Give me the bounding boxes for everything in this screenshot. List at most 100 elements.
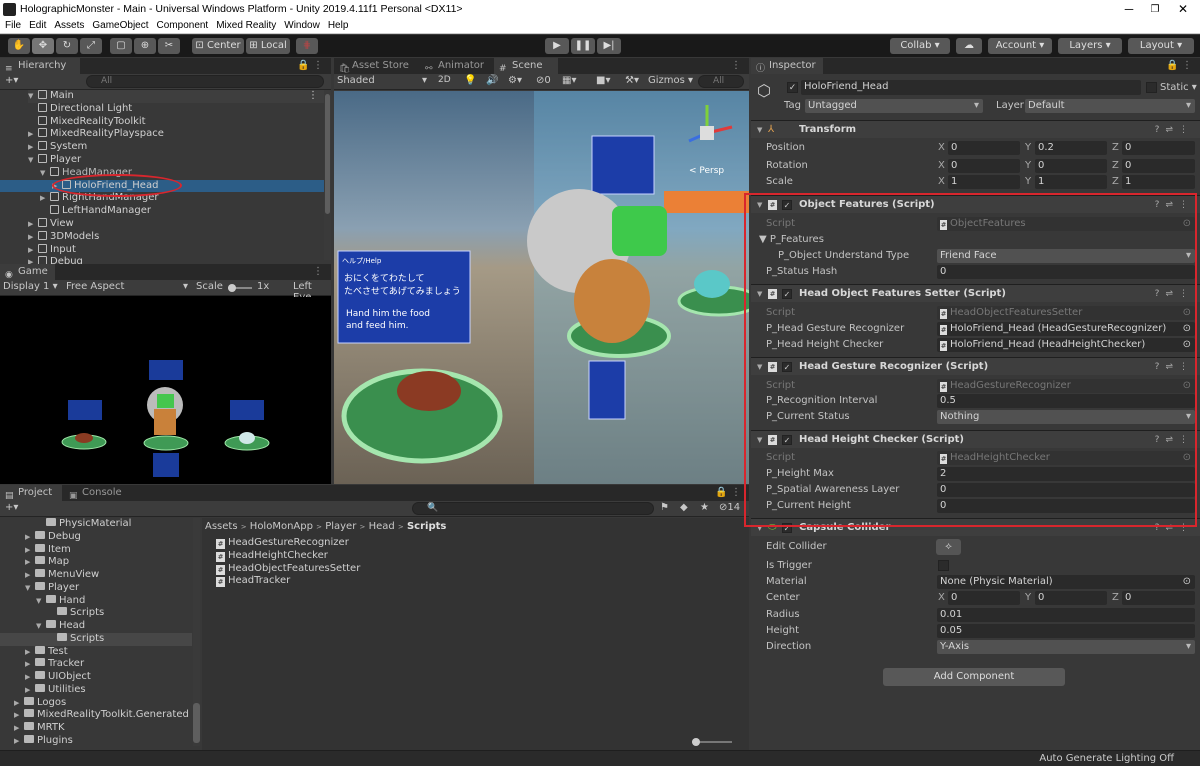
cloud-icon[interactable]: ☁	[956, 38, 982, 54]
scene-panel-menu-icon[interactable]: ⋮	[731, 60, 741, 71]
scene-search-input[interactable]: All	[698, 75, 744, 88]
expand-arrow-icon[interactable]: ▶	[25, 658, 30, 671]
project-tree-item[interactable]: ▶ Item	[0, 543, 192, 557]
transform-tool-icon[interactable]: ⊕	[134, 38, 156, 54]
project-tree-item[interactable]: Scripts	[0, 607, 192, 620]
expand-arrow-icon[interactable]: ▶	[28, 244, 33, 257]
material-field[interactable]: None (Physic Material) ⊙	[937, 575, 1195, 589]
menu-file[interactable]: File	[5, 20, 21, 31]
tab-game[interactable]: ◉ Game	[0, 264, 55, 280]
transform-z-input[interactable]: 0	[1122, 159, 1195, 173]
tab-asset-store[interactable]: 🛍 Asset Store	[334, 58, 418, 74]
project-panel-menu-icon[interactable]: 🔒 ⋮	[715, 487, 741, 498]
tab-console[interactable]: ▣ Console	[64, 485, 130, 501]
rect-tool-icon[interactable]: ▢	[110, 38, 132, 54]
project-tree-item[interactable]: PhysicMaterial	[0, 518, 192, 531]
expand-arrow-icon[interactable]: ▶	[14, 709, 19, 722]
project-tree-item[interactable]: ▶ MenuView	[0, 569, 192, 582]
pause-button[interactable]: ❚❚	[571, 38, 595, 54]
2d-toggle[interactable]: 2D	[438, 75, 451, 85]
expand-arrow-icon[interactable]: ▼	[36, 620, 41, 633]
tag-dropdown[interactable]: Untagged	[805, 99, 983, 113]
hierarchy-item[interactable]: ▶ System	[0, 141, 324, 154]
create-plus-icon[interactable]: +▾	[5, 75, 18, 86]
hierarchy-item[interactable]: ▶ 3DModels	[0, 230, 324, 244]
layer-dropdown[interactable]: Default	[1025, 99, 1195, 113]
hierarchy-item[interactable]: ▶ RightHandManager	[0, 192, 324, 205]
shading-dropdown[interactable]: Shaded ▾	[337, 75, 427, 86]
transform-x-input[interactable]: 0	[948, 159, 1020, 173]
transform-y-input[interactable]: 0.2	[1035, 141, 1107, 155]
project-tree-item[interactable]: ▶ MixedRealityToolkit.Generated	[0, 709, 192, 722]
center-z-input[interactable]: 0	[1122, 591, 1195, 605]
hierarchy-item[interactable]: Directional Light	[0, 102, 324, 116]
expand-arrow-icon[interactable]: ▶	[28, 128, 33, 141]
layout-dropdown[interactable]: Layout ▾	[1128, 38, 1194, 54]
game-panel-menu-icon[interactable]: ⋮	[313, 266, 323, 277]
expand-arrow-icon[interactable]: ▶	[28, 218, 33, 231]
tools-icon[interactable]: ⚒▾	[625, 75, 639, 86]
expand-arrow-icon[interactable]: ▼	[36, 595, 41, 608]
scene-grid-icon[interactable]: ▦▾	[562, 75, 576, 86]
project-search-input[interactable]: 🔍	[412, 502, 654, 515]
project-tree-item[interactable]: ▶ Utilities	[0, 683, 192, 697]
project-tree-item[interactable]: ▶ Test	[0, 645, 192, 659]
direction-dropdown[interactable]: Y-Axis	[937, 640, 1195, 654]
breadcrumb-head[interactable]: Head	[369, 521, 395, 532]
scale-tool-icon[interactable]: ⤢	[80, 38, 102, 54]
expand-arrow-icon[interactable]: ▼	[28, 154, 33, 167]
transform-x-input[interactable]: 1	[948, 175, 1020, 189]
edit-collider-button[interactable]: ⟡	[936, 539, 961, 555]
project-tree-item[interactable]: ▶ Plugins	[0, 734, 192, 748]
radius-input[interactable]: 0.01	[937, 608, 1195, 622]
hidden-count-icon[interactable]: ⊘14	[719, 502, 740, 513]
menu-mixed-reality[interactable]: Mixed Reality	[216, 20, 276, 31]
project-tree-scrollbar[interactable]	[193, 518, 200, 746]
account-dropdown[interactable]: Account ▾	[988, 38, 1052, 54]
icon-size-slider[interactable]	[692, 738, 732, 746]
expand-arrow-icon[interactable]: ▼	[25, 582, 30, 595]
project-tree-item[interactable]: ▶ UIObject	[0, 671, 192, 684]
favorites-icon[interactable]: ★	[700, 502, 709, 513]
pivot-local-button[interactable]: ⊞ Local	[246, 38, 290, 54]
tab-scene[interactable]: # Scene	[494, 58, 558, 74]
expand-arrow-icon[interactable]: ▶	[28, 231, 33, 244]
hierarchy-item[interactable]: MixedRealityToolkit	[0, 115, 324, 129]
expand-arrow-icon[interactable]: ▶	[25, 556, 30, 569]
expand-arrow-icon[interactable]: ▶	[25, 684, 30, 697]
rotate-tool-icon[interactable]: ↻	[56, 38, 78, 54]
static-dropdown[interactable]: Static ▾	[1160, 81, 1197, 95]
tab-project[interactable]: ▤ Project	[0, 485, 62, 501]
project-tree-item[interactable]: ▶ Map	[0, 556, 192, 569]
project-tree-item[interactable]: ▼ Head	[0, 620, 192, 633]
project-tree-item[interactable]: ▶ MRTK	[0, 722, 192, 735]
effects-toggle-icon[interactable]: ⚙▾	[508, 75, 522, 86]
expand-arrow-icon[interactable]: ▶	[14, 722, 19, 735]
project-create-icon[interactable]: +▾	[5, 502, 18, 513]
transform-y-input[interactable]: 1	[1035, 175, 1107, 189]
hierarchy-item[interactable]: ▼ Player	[0, 154, 324, 167]
expand-arrow-icon[interactable]: ▶	[28, 141, 33, 154]
project-tree-item[interactable]: ▼ Player	[0, 581, 192, 595]
move-tool-icon[interactable]: ✥	[32, 38, 54, 54]
expand-arrow-icon[interactable]: ▶	[25, 569, 30, 582]
expand-arrow-icon[interactable]: ▶	[25, 531, 30, 544]
script-file-item[interactable]: # HeadGestureRecognizer	[216, 537, 349, 550]
camera-settings-icon[interactable]: ■▾	[596, 75, 610, 86]
step-button[interactable]: ▶|	[597, 38, 621, 54]
menu-help[interactable]: Help	[328, 20, 349, 31]
menu-assets[interactable]: Assets	[54, 20, 84, 31]
inspector-panel-menu-icon[interactable]: 🔒 ⋮	[1166, 60, 1192, 71]
hierarchy-scrollbar[interactable]	[324, 90, 331, 260]
expand-arrow-icon[interactable]: ▶	[40, 192, 45, 205]
object-name-input[interactable]: HoloFriend_Head	[801, 80, 1141, 95]
hierarchy-search-input[interactable]: All	[86, 75, 324, 88]
menu-component[interactable]: Component	[157, 20, 209, 31]
display-dropdown[interactable]: Display 1 ▾	[3, 281, 58, 292]
project-tree-item[interactable]: ▼ Hand	[0, 594, 192, 608]
project-tree-item[interactable]: ▶ Tracker	[0, 658, 192, 671]
menu-gameobject[interactable]: GameObject	[92, 20, 148, 31]
tab-animator[interactable]: ⚯ Animator	[420, 58, 490, 74]
audio-toggle-icon[interactable]: 🔊	[486, 75, 498, 86]
project-tree-item[interactable]: ▶ Logos	[0, 696, 192, 710]
